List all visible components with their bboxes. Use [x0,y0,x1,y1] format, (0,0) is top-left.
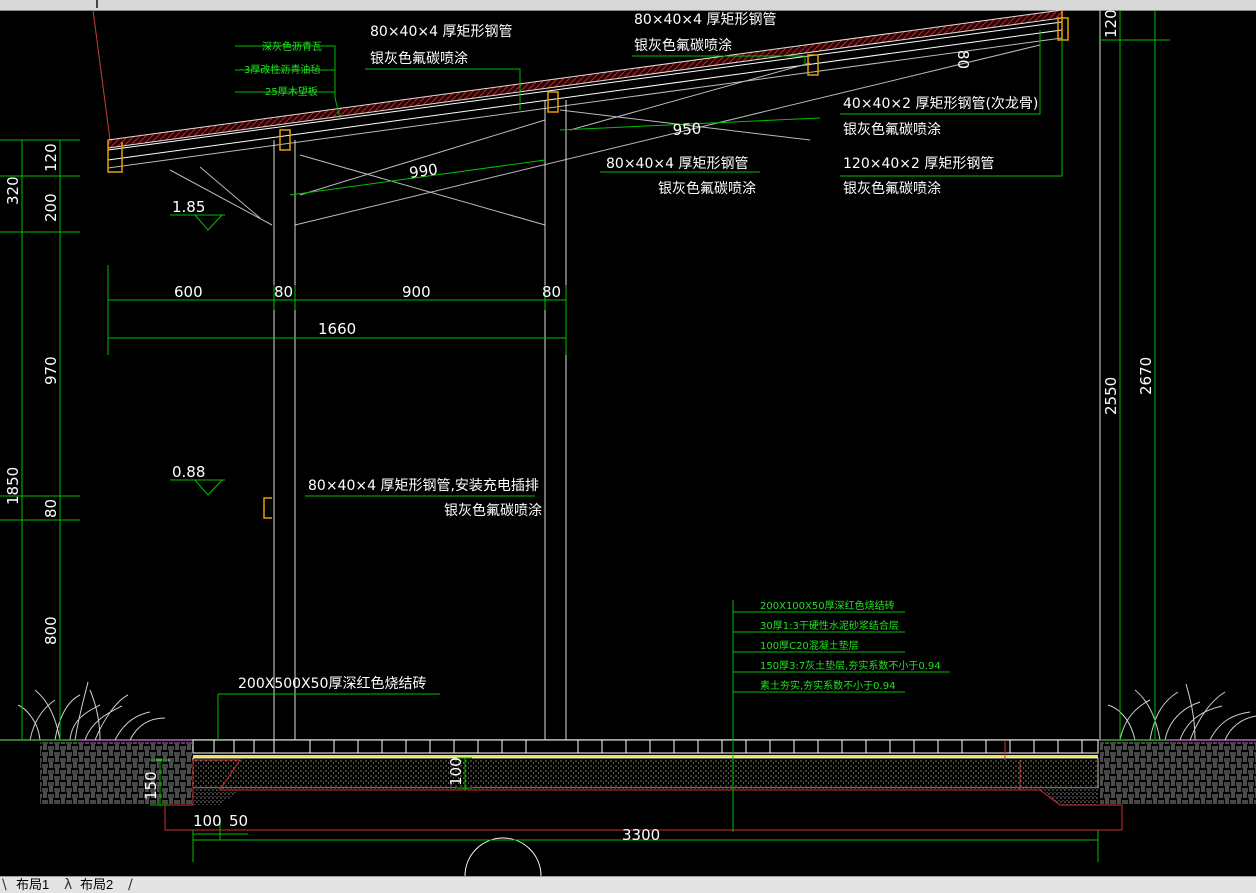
cad-drawing-canvas[interactable]: 320 120 200 970 1850 80 800 600 80 900 8… [0,10,1256,876]
dim-100-vertical: 100 [447,757,465,786]
label-tube-big: 120×40×2 厚矩形钢管 [843,156,994,172]
steel-columns [263,10,1101,740]
plant-right [1107,683,1256,741]
label-tube-top-right: 80×40×4 厚矩形钢管 [634,12,776,28]
tab-layout-1[interactable]: 布局1 [16,878,49,892]
label-tube-socket: 80×40×4 厚矩形钢管,安装充电插排 [308,478,539,494]
dim-2670: 2670 [1137,357,1155,395]
label-paving-brick: 200X500X50厚深红色烧结砖 [238,675,426,692]
dim-80-a: 80 [274,283,293,301]
plant-left [17,681,166,741]
dim-950: 950 [672,120,702,139]
dim-3300: 3300 [622,826,660,844]
dim-320: 320 [4,176,22,205]
tab-separator: / [128,877,133,893]
dim-2550: 2550 [1102,377,1120,415]
dim-50: 50 [229,812,248,830]
dim-150: 150 [142,771,160,800]
label-floor-layer-4: 150厚3:7灰土垫层,夯实系数不小于0.94 [760,659,941,672]
dim-100-bottom: 100 [193,812,222,830]
ground-section [0,739,1256,876]
label-floor-layer-1: 200X100X50厚深红色烧结砖 [760,599,895,612]
label-tube-big-finish: 银灰色氟碳喷涂 [843,180,941,197]
label-tube-top-right-finish: 银灰色氟碳喷涂 [634,37,732,54]
label-floor-layer-3: 100厚C20混凝土垫层 [760,639,859,652]
dim-200: 200 [42,193,60,222]
dim-1850: 1850 [4,467,22,505]
tab-layout-2[interactable]: 布局2 [80,878,113,892]
dim-120-left: 120 [42,143,60,172]
label-tube-mid: 80×40×4 厚矩形钢管 [606,156,748,172]
elevation-0-88: 0.88 [172,463,205,481]
tab-separator: \ [2,877,7,893]
label-tube-top-left: 80×40×4 厚矩形钢管 [370,24,512,40]
dim-80-b: 80 [542,283,561,301]
elevation-1-85: 1.85 [172,198,205,216]
label-floor-layer-2: 30厚1:3干硬性水泥砂浆结合层 [760,619,899,632]
ruler-tick [96,0,98,8]
dim-600: 600 [174,283,203,301]
label-roof-layer-1: 深灰色沥青瓦 [262,40,322,53]
label-tube-secondary-finish: 银灰色氟碳喷涂 [843,121,941,138]
dim-80-roof: 80 [954,50,972,69]
dim-120-top: 120 [1102,10,1120,38]
dim-800: 800 [42,616,60,645]
dim-900: 900 [402,283,431,301]
dim-80-left: 80 [42,499,60,518]
label-tube-mid-finish: 银灰色氟碳喷涂 [658,180,756,197]
leader-lines [170,30,1063,832]
label-roof-layer-3: 25厚木望板 [265,85,318,98]
layout-tab-bar: \ 布局1 λ 布局2 / [0,876,1256,893]
label-roof-layer-2: 3厚改性沥青油毡 [244,63,320,76]
label-tube-secondary: 40×40×2 厚矩形钢管(次龙骨) [843,96,1038,112]
label-floor-layer-5: 素土夯实,夯实系数不小于0.94 [760,679,895,692]
tab-separator: λ [64,877,73,893]
label-tube-socket-finish: 银灰色氟碳喷涂 [444,502,542,519]
label-tube-top-left-finish: 银灰色氟碳喷涂 [370,50,468,67]
dim-970: 970 [42,356,60,385]
dim-1660: 1660 [318,320,356,338]
dim-990: 990 [408,160,439,182]
